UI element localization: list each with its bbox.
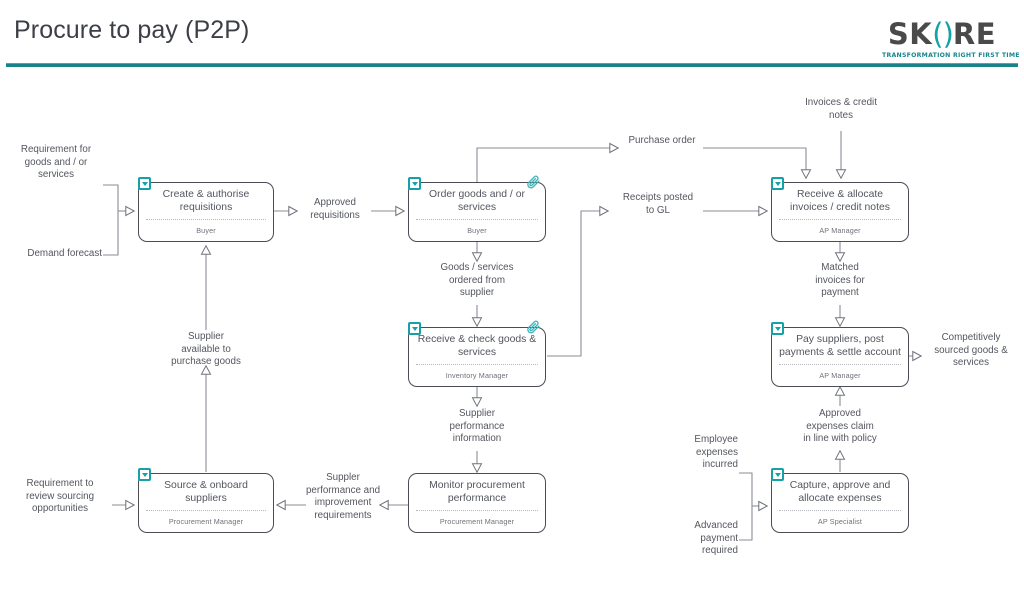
process-box-order-goods-services[interactable]: Order goods and / or services Buyer [408, 175, 546, 242]
flow-label-suppler-performance-improvement: Suppler performance and improvement requ… [305, 472, 381, 521]
connector-order-goods-to-purchase-order [476, 142, 620, 182]
process-box-role: Buyer [196, 226, 216, 235]
attachment-paperclip-icon[interactable] [526, 319, 541, 334]
process-box-receive-check-goods[interactable]: Receive & check goods & services Invento… [408, 320, 546, 387]
process-box-role: Procurement Manager [439, 517, 515, 526]
process-box-capture-approve-allocate-expenses[interactable]: Capture, approve and allocate expenses A… [771, 468, 909, 533]
process-box-title: Create & authorise requisitions [162, 189, 250, 213]
process-box-title: Pay suppliers, post payments & settle ac… [779, 334, 901, 358]
flow-label-receipts-posted-to-gl: Receipts posted to GL [622, 192, 694, 216]
process-box-pay-suppliers[interactable]: Pay suppliers, post payments & settle ac… [771, 322, 909, 387]
process-box-role: AP Manager [819, 371, 861, 380]
dropdown-badge-icon[interactable] [138, 177, 151, 190]
flow-label-invoices-credit-notes: Invoices & credit notes [805, 97, 877, 121]
process-box-create-authorise-requisitions[interactable]: Create & authorise requisitions Buyer [138, 177, 274, 242]
process-box-title: Order goods and / or services [429, 189, 525, 213]
flow-label-supplier-performance-info: Supplier performance information [449, 408, 505, 445]
dropdown-badge-icon[interactable] [408, 322, 421, 335]
process-box-title: Capture, approve and allocate expenses [789, 480, 891, 504]
dropdown-badge-icon[interactable] [408, 177, 421, 190]
process-box-role: Buyer [467, 226, 487, 235]
process-box-title: Receive & allocate invoices / credit not… [790, 189, 890, 213]
flow-label-competitively-sourced: Competitively sourced goods & services [934, 332, 1008, 369]
process-box-receive-allocate-invoices[interactable]: Receive & allocate invoices / credit not… [771, 177, 909, 242]
connector-expenses-merge-bracket [739, 472, 753, 541]
process-box-role: AP Specialist [817, 517, 863, 526]
process-box-role: Inventory Manager [445, 371, 509, 380]
flow-label-employee-expenses-incurred: Employee expenses incurred [694, 434, 738, 471]
dropdown-badge-icon[interactable] [771, 322, 784, 335]
flow-label-goods-services-ordered: Goods / services ordered from supplier [440, 262, 514, 299]
flow-label-purchase-order: Purchase order [628, 135, 696, 146]
connector-purchase-order-to-receive-invoices [703, 147, 812, 180]
flow-label-supplier-available: Supplier available to purchase goods [171, 331, 241, 368]
process-box-title: Receive & check goods & services [417, 334, 537, 358]
process-box-source-onboard-suppliers[interactable]: Source & onboard suppliers Procurement M… [138, 468, 274, 533]
flow-label-approved-expenses-claim: Approved expenses claim in line with pol… [803, 408, 877, 445]
attachment-paperclip-icon[interactable] [526, 174, 541, 189]
process-box-monitor-procurement-performance[interactable]: Monitor procurement performance Procurem… [408, 473, 546, 533]
process-box-role: AP Manager [819, 226, 861, 235]
process-box-title: Monitor procurement performance [429, 480, 525, 504]
flow-label-matched-invoices: Matched invoices for payment [815, 262, 865, 299]
connector-receipts-posted-to-gl [547, 205, 610, 357]
process-box-title: Source & onboard suppliers [164, 480, 248, 504]
flow-label-demand-forecast: Demand forecast [27, 248, 102, 259]
flow-label-requirement-review-sourcing: Requirement to review sourcing opportuni… [25, 478, 95, 515]
flow-label-requirement-goods-services: Requirement for goods and / or services [20, 144, 92, 181]
flow-label-advanced-payment-required: Advanced payment required [694, 520, 738, 557]
process-box-role: Procurement Manager [168, 517, 244, 526]
dropdown-badge-icon[interactable] [771, 177, 784, 190]
slide-canvas: Procure to pay (P2P) SK()RE TRANSFORMATI… [0, 0, 1024, 597]
dropdown-badge-icon[interactable] [138, 468, 151, 481]
flow-label-approved-requisitions: Approved requisitions [310, 197, 360, 221]
connector-left-merge-bracket [103, 184, 119, 256]
dropdown-badge-icon[interactable] [771, 468, 784, 481]
